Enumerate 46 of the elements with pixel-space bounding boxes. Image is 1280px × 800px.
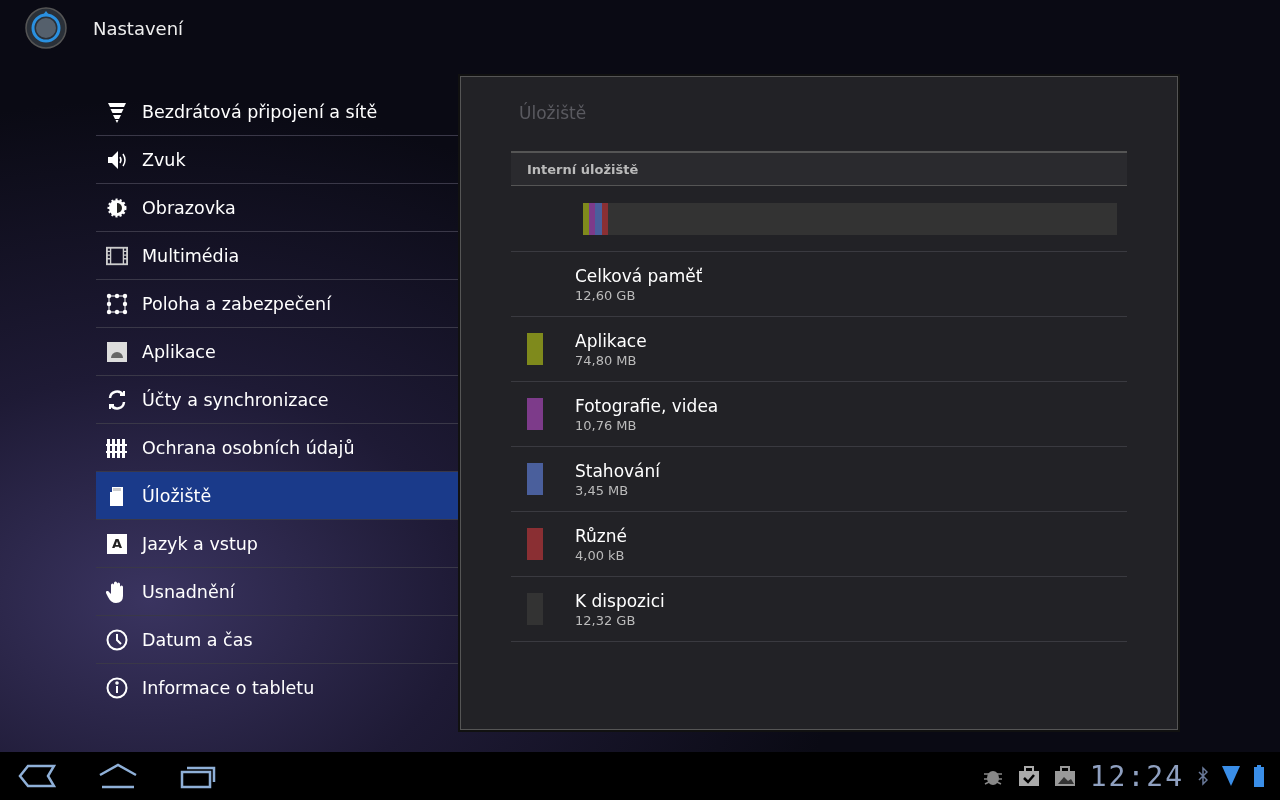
dotted-grid-icon [106, 292, 128, 315]
clock-icon [106, 628, 128, 651]
storage-item-size: 74,80 MB [575, 352, 637, 368]
storage-item-title: K dispozici [575, 590, 665, 611]
fence-icon [106, 436, 128, 459]
sidebar-item[interactable]: Datum a čas [96, 616, 458, 664]
apps-icon [106, 340, 128, 363]
sidebar-item[interactable]: Zvuk [96, 136, 458, 184]
storage-item-title: Různé [575, 525, 627, 546]
sidebar-item[interactable]: Účty a synchronizace [96, 376, 458, 424]
storage-item-size: 12,32 GB [575, 612, 636, 628]
sidebar-item[interactable]: Obrazovka [96, 184, 458, 232]
storage-item-size: 12,60 GB [575, 287, 636, 303]
back-icon[interactable] [18, 764, 56, 788]
sync-icon [106, 388, 128, 411]
settings-app-icon[interactable] [25, 7, 67, 49]
letter-a-icon: A [106, 532, 128, 555]
storage-item-size: 3,45 MB [575, 482, 629, 498]
sidebar-item[interactable]: Multimédia [96, 232, 458, 280]
storage-item-title: Fotografie, videa [575, 395, 719, 416]
wifi-signal-icon [1222, 766, 1240, 786]
film-strip-icon [106, 244, 128, 267]
brightness-icon [106, 196, 128, 219]
bag-check-icon[interactable] [1017, 765, 1040, 787]
sidebar-item[interactable]: Úložiště [96, 472, 458, 520]
storage-item-title: Stahování [575, 460, 661, 481]
storage-item-size: 10,76 MB [575, 417, 637, 433]
clock-time[interactable]: 12:24 [1089, 759, 1184, 793]
sidebar-item[interactable]: A Jazyk a vstup [96, 520, 458, 568]
bluetooth-icon [1198, 766, 1208, 786]
storage-item-title: Aplikace [575, 330, 647, 351]
storage-item-size: 4,00 kB [575, 547, 625, 563]
sidebar-item[interactable]: Usnadnění [96, 568, 458, 616]
sidebar-item[interactable]: Bezdrátová připojení a sítě [96, 88, 458, 136]
info-icon [106, 677, 128, 699]
sidebar-item[interactable]: Aplikace [96, 328, 458, 376]
section-header: Interní úložiště [511, 151, 1127, 186]
sidebar-item[interactable]: Informace o tabletu [96, 664, 458, 712]
battery-icon [1254, 765, 1264, 787]
sidebar-item[interactable]: Poloha a zabezpečení [96, 280, 458, 328]
bag-image-icon[interactable] [1053, 765, 1076, 787]
home-icon[interactable] [98, 763, 138, 789]
storage-item-title: Celková paměť [575, 265, 703, 286]
signal-funnel-icon [106, 100, 128, 123]
panel-title: Úložiště [518, 103, 588, 125]
app-title: Nastavení [93, 17, 184, 39]
